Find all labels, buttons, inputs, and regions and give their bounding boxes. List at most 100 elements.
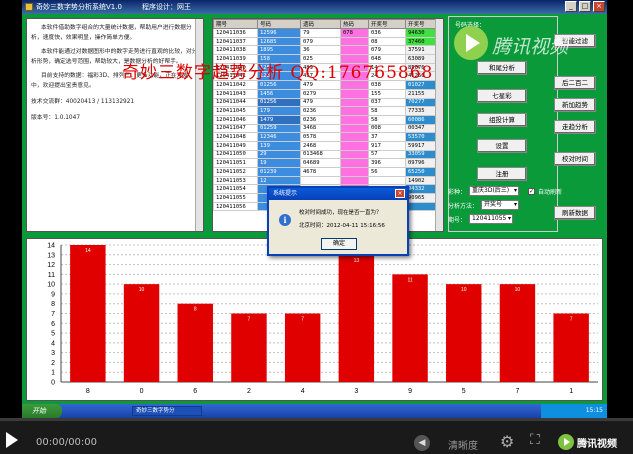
table-row[interactable]: 120411043 1456 0279 155 21155 — [213, 88, 441, 99]
table-row[interactable]: 120411044 01256 479 037 70277 — [213, 97, 441, 108]
gear-icon[interactable]: ⚙ — [500, 432, 514, 451]
table-row[interactable]: 120411048 12346 0578 37 53570 — [213, 132, 441, 142]
minimize-button[interactable]: _ — [565, 1, 577, 12]
grid-header-cell[interactable]: 开奖号 — [368, 19, 406, 29]
chart-svg: 0123456789101112131414810086727413311910… — [47, 243, 598, 395]
window-titlebar: 奇妙三数字势分析系统V1.0 程序设计：网王 _ □ × — [22, 0, 607, 14]
settings-button[interactable]: 设置 — [477, 139, 527, 153]
grid-cell: 3468 — [300, 123, 341, 134]
close-button[interactable]: × — [593, 1, 605, 12]
grid-cell — [340, 45, 369, 56]
calc-button[interactable]: 组投计算 — [477, 113, 527, 127]
grid-cell — [340, 114, 369, 125]
y-tick-label: 6 — [51, 321, 55, 328]
grid-cell: 58 — [368, 106, 406, 116]
table-row[interactable]: 120411052 01239 4678 56 65250 — [213, 167, 441, 177]
y-tick-label: 4 — [51, 340, 55, 347]
grid-cell: 120411051 — [213, 158, 258, 168]
last-two-button[interactable]: 后二百二 — [554, 76, 596, 90]
bar-value-label: 10 — [515, 287, 521, 293]
period-label: 期号： — [448, 216, 467, 224]
y-tick-label: 0 — [51, 380, 55, 387]
maximize-button[interactable]: □ — [579, 1, 591, 12]
volume-icon[interactable]: ◀ — [414, 435, 430, 451]
dialog-ok-button[interactable]: 确定 — [321, 238, 357, 250]
dialog-message: 校对时间成功，现在是否一直为？ — [299, 210, 382, 216]
grid-scrollbar[interactable] — [435, 19, 443, 231]
register-button[interactable]: 注册 — [477, 167, 527, 181]
grid-cell — [340, 97, 369, 108]
grid-header-cell[interactable]: 热码 — [340, 19, 369, 29]
grid-cell: 36 — [300, 45, 341, 56]
table-row[interactable]: 120411045 179 0236 58 77335 — [213, 106, 441, 116]
text-scrollbar[interactable] — [195, 19, 203, 231]
play-icon[interactable] — [6, 432, 18, 448]
bar-value-label: 7 — [301, 317, 304, 323]
bar-value-label: 14 — [85, 248, 91, 254]
bar-chart: 0 1 2 3 4 5 6 7 8 9 10 11 12 13 14 14 8 10 0 8 6 7 2 7 4 13 3 11 9 10… — [26, 238, 603, 401]
description-textbox[interactable]: 本软件借助数字组合的大量统计数据，帮助用户进行数据分析，速度快，效果明显，操作简… — [26, 18, 204, 232]
version-line: 版本号：1.0.1047 — [31, 115, 81, 121]
grid-cell: 01239 — [257, 167, 301, 177]
grid-cell: 120411054 — [213, 184, 258, 195]
grid-header-cell[interactable]: 遗码 — [300, 19, 341, 29]
grid-cell: 120411050 — [213, 149, 258, 160]
fullscreen-icon[interactable]: ⛶ — [530, 432, 540, 448]
table-row[interactable]: 120411036 12596 79 078 036 94630 — [213, 28, 441, 38]
auto-refresh-label: 自动刷新 — [538, 188, 563, 196]
auto-refresh-checkbox[interactable]: ✓ — [528, 187, 536, 195]
tail-analysis-button[interactable]: 和尾分析 — [477, 61, 527, 75]
grid-cell: 008 — [368, 123, 406, 134]
table-row[interactable]: 120411050 29 013468 57 33059 — [213, 149, 441, 160]
table-row[interactable]: 120411046 1479 0236 58 60086 — [213, 114, 441, 125]
new-trend-button[interactable]: 新加趋势 — [554, 98, 596, 112]
table-row[interactable]: 120411051 19 04689 396 09796 — [213, 158, 441, 168]
grid-cell: 179 — [257, 106, 301, 116]
lottery-type-select[interactable]: 重庆3D(后三) — [469, 186, 520, 196]
bar — [499, 284, 536, 382]
video-player-bar: 00:00/00:00 ◀ 清晰度 ⚙ ⛶ 腾讯视频 — [0, 418, 633, 454]
calibrate-time-button[interactable]: 校对时间 — [554, 152, 596, 166]
grid-cell: 120411047 — [213, 123, 258, 134]
grid-cell: 120411056 — [213, 201, 258, 212]
table-row[interactable]: 120411053 12 14902 — [213, 175, 441, 186]
grid-cell: 12685 — [257, 36, 301, 47]
grid-cell — [340, 149, 369, 160]
table-row[interactable]: 120411047 01259 3468 008 00347 — [213, 123, 441, 134]
bar — [284, 313, 321, 382]
method-select[interactable]: 开奖号 — [481, 200, 520, 210]
dialog-close-button[interactable]: × — [395, 189, 405, 198]
grid-cell: 155 — [368, 88, 406, 99]
bar-value-label: 11 — [407, 277, 412, 283]
grid-header-cell[interactable]: 期号 — [213, 19, 258, 29]
progress-bar[interactable] — [0, 418, 633, 421]
grid-cell: 01259 — [257, 123, 301, 134]
grid-cell: 120411045 — [213, 106, 258, 116]
x-tick-label: 0 — [140, 388, 144, 395]
quality-button[interactable]: 清晰度 — [448, 437, 478, 452]
trend-analysis-button[interactable]: 走趋分析 — [554, 120, 596, 134]
bar — [392, 274, 428, 382]
table-row[interactable]: 120411037 12685 079 08 37460 — [213, 36, 441, 47]
grid-cell — [340, 36, 369, 47]
x-tick-label: 1 — [569, 388, 573, 395]
taskbar-app-item[interactable]: 奇妙三数字势分 — [132, 406, 202, 416]
period-select[interactable]: 120411055 — [469, 214, 514, 224]
taskbar: 开始 奇妙三数字势分 15:15 — [22, 404, 607, 418]
lottery-type-label: 彩种： — [448, 188, 467, 196]
grid-header-cell[interactable]: 号码 — [257, 19, 301, 29]
grid-cell — [340, 88, 369, 99]
table-row[interactable]: 120411038 1895 36 079 37591 — [213, 45, 441, 56]
grid-cell: 04689 — [300, 158, 341, 168]
seven-star-button[interactable]: 七星彩 — [477, 89, 527, 103]
refresh-data-button[interactable]: 刷新数据 — [554, 206, 596, 220]
start-button[interactable]: 开始 — [22, 404, 62, 418]
system-dialog: 系统提示 × i 校对时间成功，现在是否一直为？ 北京时间：2012-04-11… — [267, 186, 409, 256]
grid-cell: 2468 — [300, 140, 341, 151]
table-row[interactable]: 120411049 139 2468 917 59917 — [213, 140, 441, 151]
grid-cell: 1456 — [257, 88, 301, 99]
grid-cell: 29 — [257, 149, 301, 160]
grid-cell — [340, 140, 369, 151]
window-title: 奇妙三数字势分析系统V1.0 — [36, 3, 122, 11]
grid-cell: 1479 — [257, 114, 301, 125]
